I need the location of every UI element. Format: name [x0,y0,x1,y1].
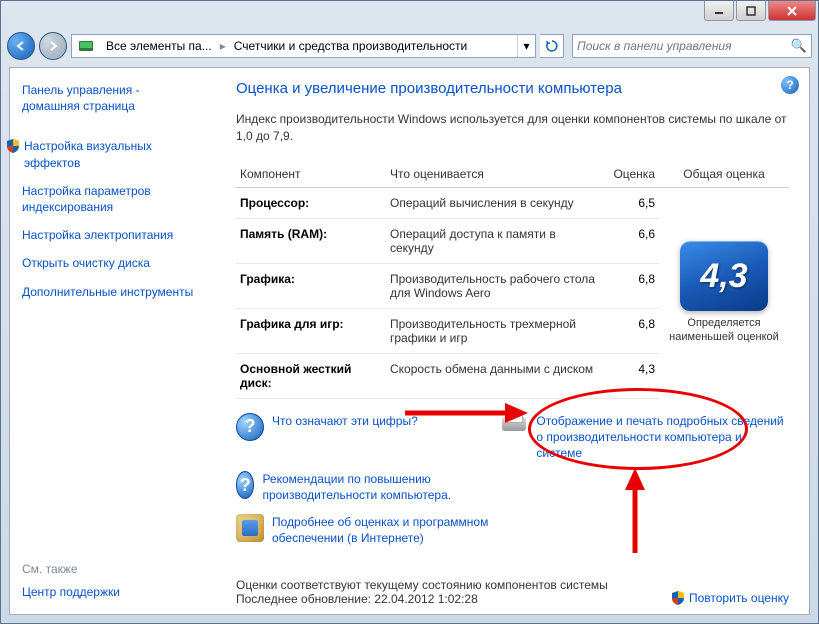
see-also: См. также Центр поддержки [22,562,120,600]
col-score: Оценка [599,161,659,188]
see-also-header: См. также [22,562,120,576]
chevron-right-icon[interactable]: ▸ [218,39,228,53]
recommendations-link[interactable]: Рекомендации по повышению производительн… [262,471,490,503]
main-content: ? Оценка и увеличение производительности… [210,68,809,614]
help-button[interactable]: ? [781,76,799,94]
search-box[interactable]: 🔍 [572,34,812,58]
overall-score-label: Определяется наименьшей оценкой [667,317,781,345]
online-link[interactable]: Подробнее об оценках и программном обесп… [272,514,490,546]
footer-updated: Последнее обновление: 22.04.2012 1:02:28 [236,592,608,606]
action-center-link[interactable]: Центр поддержки [22,584,120,600]
control-panel-window: Все элементы па... ▸ Счетчики и средства… [0,0,819,624]
page-description: Индекс производительности Windows исполь… [236,111,789,145]
shield-icon [671,590,685,606]
overall-score-badge: 4,3 [680,241,768,311]
what-numbers-link[interactable]: Что означают эти цифры? [272,413,418,429]
col-what: Что оценивается [386,161,599,188]
score-table: Компонент Что оценивается Оценка Общая о… [236,161,789,399]
footer-status: Оценки соответствуют текущему состоянию … [236,578,608,592]
software-box-icon [236,514,264,542]
printer-icon [500,413,528,441]
control-panel-icon [76,36,96,56]
overall-score-cell: 4,3 Определяется наименьшей оценкой [659,187,789,398]
col-component: Компонент [236,161,386,188]
breadcrumb-item[interactable]: Все элементы па... [100,35,218,57]
shield-icon [6,138,20,154]
table-row: Процессор: Операций вычисления в секунду… [236,187,789,218]
question-icon: ? [236,413,264,441]
forward-button[interactable] [39,32,67,60]
sidebar-link[interactable]: Настройка электропитания [22,227,198,243]
navbar: Все элементы па... ▸ Счетчики и средства… [1,29,818,63]
search-input[interactable] [577,39,791,53]
content-frame: Панель управления - домашняя страница На… [9,67,810,615]
print-details-link[interactable]: Отображение и печать подробных сведений … [536,413,789,462]
maximize-button[interactable] [736,1,766,21]
question-icon: ? [236,471,254,499]
sidebar-link[interactable]: Настройка параметров индексирования [22,183,198,215]
sidebar-link[interactable]: Открыть очистку диска [22,255,198,271]
search-icon[interactable]: 🔍 [791,38,807,54]
col-overall: Общая оценка [659,161,789,188]
sidebar-link[interactable]: Дополнительные инструменты [22,284,198,300]
sidebar: Панель управления - домашняя страница На… [10,68,210,614]
titlebar [1,1,818,29]
breadcrumb-dropdown[interactable]: ▾ [517,35,535,57]
minimize-button[interactable] [704,1,734,21]
refresh-button[interactable] [540,34,564,58]
close-button[interactable] [768,1,816,21]
control-panel-home-link[interactable]: Панель управления - домашняя страница [22,82,198,114]
breadcrumb-item[interactable]: Счетчики и средства производительности [228,35,473,57]
back-button[interactable] [7,32,35,60]
sidebar-link[interactable]: Настройка визуальных эффектов [24,138,198,170]
footer: Оценки соответствуют текущему состоянию … [236,578,789,606]
rescore-link[interactable]: Повторить оценку [671,590,789,606]
page-title: Оценка и увеличение производительности к… [236,80,789,97]
breadcrumb-bar[interactable]: Все элементы па... ▸ Счетчики и средства… [71,34,536,58]
